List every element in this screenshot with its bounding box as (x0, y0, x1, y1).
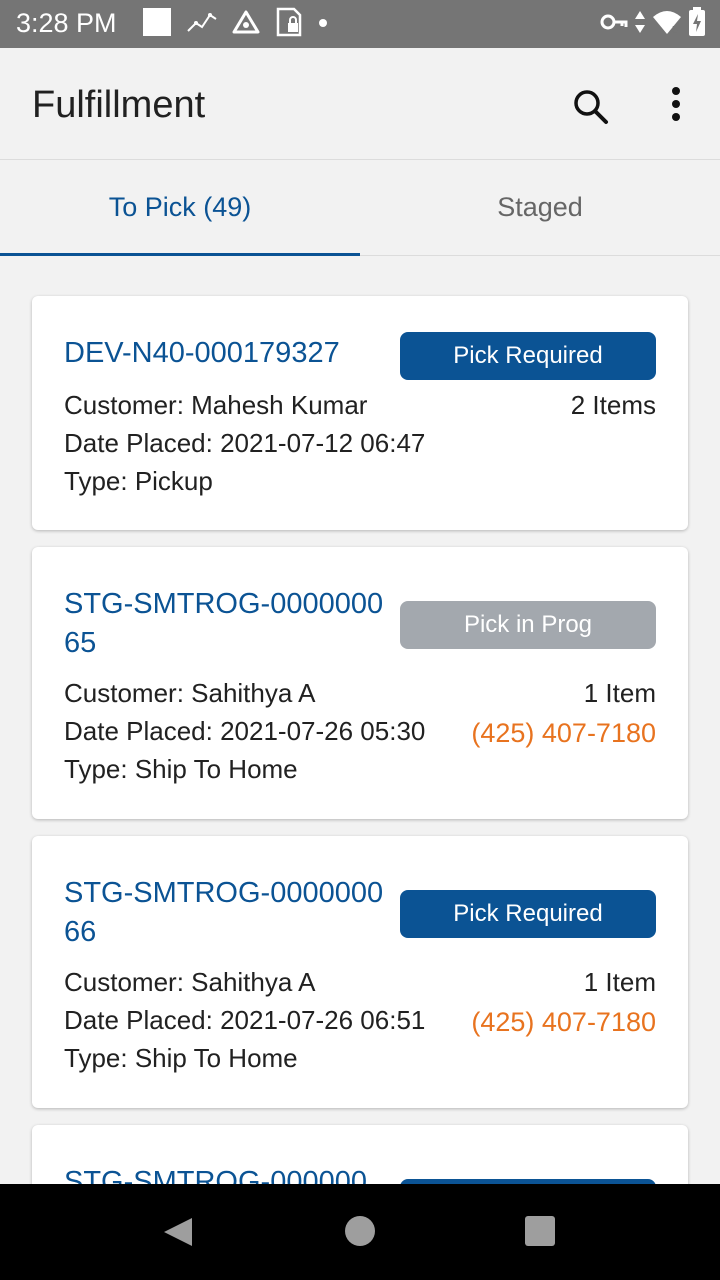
battery-charging-icon (688, 6, 706, 42)
tab-label: To Pick (49) (108, 192, 252, 222)
item-count: 1 Item (583, 967, 656, 997)
data-arrows-icon (634, 9, 646, 40)
order-id: STG-SMTROG-000000065 (64, 588, 384, 659)
activity-graph-icon (186, 9, 218, 40)
system-nav-bar (0, 1184, 720, 1280)
dot-icon (318, 15, 328, 33)
order-type: Type: Ship To Home (64, 1043, 298, 1073)
tab-staged[interactable]: Staged (360, 160, 720, 255)
status-badge: Pick in Prog (400, 601, 656, 649)
wifi-icon: 5 (652, 9, 682, 40)
search-icon (566, 90, 616, 136)
tab-bar: To Pick (49) Staged (0, 160, 720, 256)
sim-lock-icon (274, 7, 304, 42)
order-card[interactable]: STG-SMTROG-000000 (32, 1125, 688, 1184)
date-placed: Date Placed: 2021-07-26 06:51 (64, 1005, 426, 1035)
status-bar: 3:28 PM 5 (0, 0, 720, 48)
customer-name: Customer: Sahithya A (64, 678, 316, 708)
order-id: STG-SMTROG-000000 (64, 1166, 367, 1184)
recents-icon[interactable] (525, 1216, 555, 1246)
customer-name: Customer: Mahesh Kumar (64, 390, 368, 420)
white-square-icon (142, 7, 172, 42)
order-card[interactable]: DEV-N40-000179327 Pick Required Customer… (32, 296, 688, 530)
more-vert-icon (656, 87, 696, 136)
order-card[interactable]: STG-SMTROG-000000065 Pick in Prog Custom… (32, 547, 688, 819)
order-card[interactable]: STG-SMTROG-000000066 Pick Required Custo… (32, 836, 688, 1108)
tab-label: Staged (497, 192, 583, 222)
status-badge: Pick Required (400, 332, 656, 380)
customer-name: Customer: Sahithya A (64, 967, 316, 997)
date-placed: Date Placed: 2021-07-12 06:47 (64, 428, 426, 458)
order-list[interactable]: DEV-N40-000179327 Pick Required Customer… (0, 256, 720, 1184)
order-type: Type: Pickup (64, 466, 213, 496)
order-id: STG-SMTROG-000000066 (64, 877, 384, 948)
triangle-alert-icon (232, 9, 260, 40)
key-icon (600, 12, 628, 37)
phone-link[interactable]: (425) 407-7180 (471, 718, 656, 749)
status-badge: Pick Required (400, 890, 656, 938)
home-icon[interactable] (345, 1216, 375, 1246)
status-time: 3:28 PM (16, 8, 117, 38)
order-type: Type: Ship To Home (64, 754, 298, 784)
app-bar: Fulfillment (0, 48, 720, 160)
date-placed: Date Placed: 2021-07-26 05:30 (64, 716, 426, 746)
svg-text:5: 5 (672, 25, 678, 35)
order-id: DEV-N40-000179327 (64, 337, 340, 369)
item-count: 1 Item (583, 678, 656, 708)
page-title: Fulfillment (32, 84, 206, 126)
back-icon[interactable] (162, 1216, 194, 1253)
item-count: 2 Items (570, 390, 656, 420)
tab-to-pick[interactable]: To Pick (49) (0, 160, 360, 255)
search-button[interactable] (566, 82, 616, 132)
more-options-button[interactable] (656, 82, 696, 132)
phone-link[interactable]: (425) 407-7180 (471, 1007, 656, 1038)
